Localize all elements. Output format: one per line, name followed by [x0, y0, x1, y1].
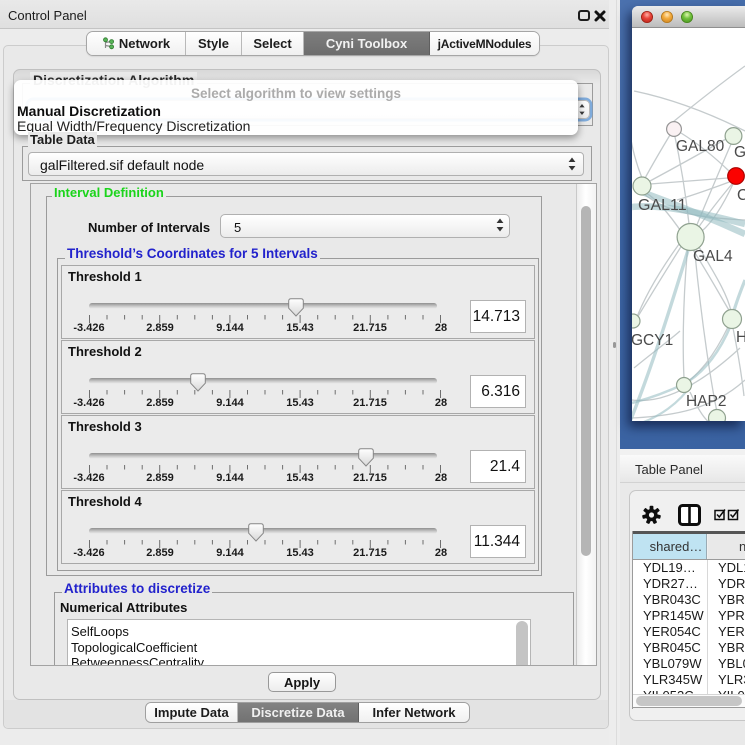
svg-text:GA: GA [734, 144, 745, 161]
svg-text:HAP2: HAP2 [686, 393, 727, 410]
svg-text:GCY1: GCY1 [632, 332, 673, 349]
svg-text:H: H [736, 329, 745, 346]
svg-text:GAL4: GAL4 [693, 248, 733, 265]
svg-text:C: C [737, 187, 745, 204]
svg-text:GAL80: GAL80 [676, 138, 725, 155]
svg-text:GAL11: GAL11 [638, 197, 687, 214]
